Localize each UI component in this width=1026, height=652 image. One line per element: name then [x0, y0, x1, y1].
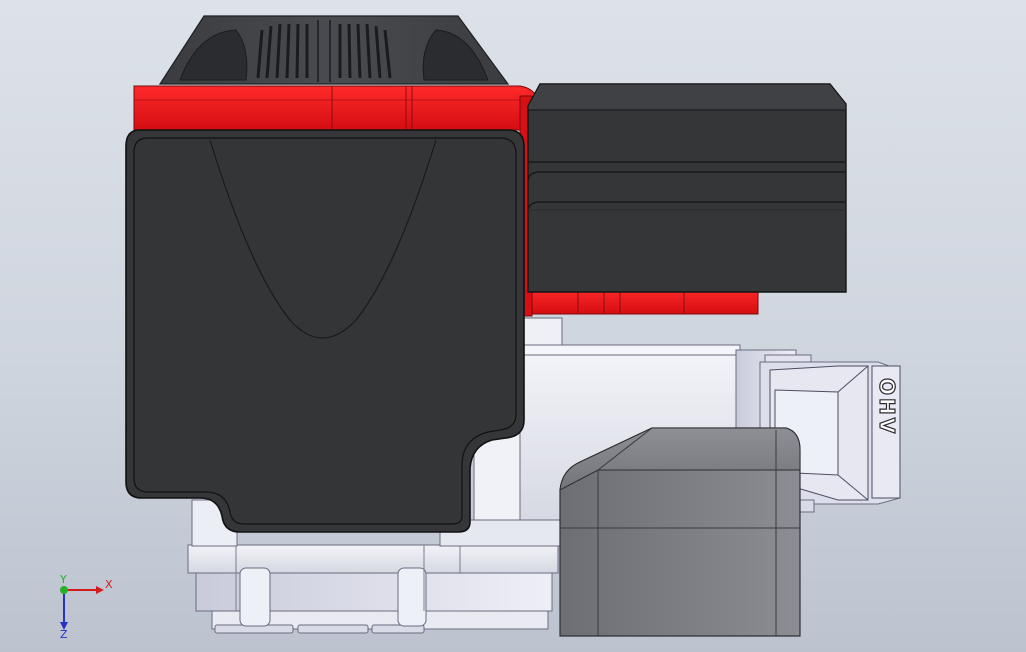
y-axis-label: Y — [59, 573, 67, 586]
y-axis-dot — [60, 586, 68, 594]
axis-triad[interactable]: X Y Z — [48, 570, 128, 640]
ohv-badge: OHV — [875, 378, 899, 436]
triad-graphic: X Y Z — [59, 573, 113, 640]
muffler-cover — [559, 427, 801, 637]
recoil-fan — [158, 15, 510, 85]
x-axis-head — [96, 586, 104, 594]
fuel-tank — [527, 83, 847, 293]
engine-model: OHV — [125, 15, 901, 637]
cad-viewport[interactable]: OHV X Y Z — [0, 0, 1026, 652]
x-axis-label: X — [105, 578, 113, 591]
air-cleaner-cover — [125, 129, 525, 533]
z-axis-label: Z — [60, 628, 68, 640]
